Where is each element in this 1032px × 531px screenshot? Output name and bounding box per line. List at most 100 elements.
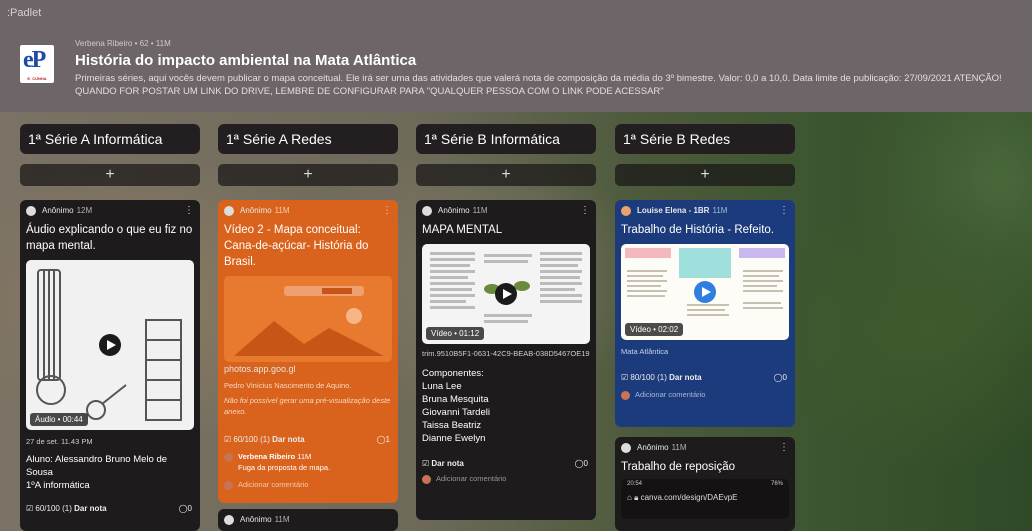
avatar bbox=[224, 515, 234, 525]
add-post-button[interactable]: + bbox=[20, 164, 200, 186]
avatar bbox=[26, 206, 36, 216]
preview-error: Não foi possível gerar uma pré-visualiza… bbox=[224, 396, 391, 416]
member-name: Luna Lee bbox=[422, 381, 462, 392]
grade-icon[interactable]: ☑ bbox=[26, 504, 33, 513]
battery-level: 76% bbox=[770, 481, 783, 487]
post-footer: ☑ 60/100 (1) Dar nota ◯1 bbox=[218, 431, 398, 449]
add-comment[interactable]: Adicionar comentário bbox=[218, 479, 398, 490]
video-thumbnail[interactable]: Vídeo • 02:02 bbox=[621, 244, 789, 340]
video-filename: trim.9510B5F1-0631-42C9-BEAB-038D5467OE1… bbox=[422, 349, 590, 358]
play-button[interactable] bbox=[694, 281, 716, 303]
comment-icon: ◯ bbox=[574, 459, 584, 468]
link-url[interactable]: photos.app.goo.gl bbox=[218, 362, 398, 376]
post-time: 11M bbox=[274, 206, 290, 215]
comment-text: Fuga da proposta de mapa. bbox=[238, 463, 331, 472]
comment-count[interactable]: ◯0 bbox=[179, 500, 192, 518]
add-post-button[interactable]: + bbox=[218, 164, 398, 186]
lock-icon: 🔒︎ bbox=[634, 493, 639, 502]
video-thumbnail[interactable]: Vídeo • 01:12 bbox=[422, 244, 590, 344]
avatar bbox=[224, 206, 234, 216]
board-description: Primeiras séries, aqui vocês devem publi… bbox=[75, 73, 1002, 97]
post-date: 27 de set. 11.43 PM bbox=[26, 437, 93, 446]
more-options-icon[interactable]: ⋮ bbox=[580, 200, 590, 222]
post-title: Trabalho de História - Refeito. bbox=[621, 224, 774, 236]
post-header: Anônimo 11M bbox=[218, 509, 398, 531]
play-button[interactable] bbox=[495, 283, 517, 305]
post-caption: Mata Atlântica bbox=[621, 347, 669, 356]
browser-bar: ⌂ 🔒︎ canva.com/design/DAEvpE bbox=[621, 489, 789, 507]
post-author: Louise Elena - 1BR bbox=[637, 206, 710, 215]
post-card[interactable]: Louise Elena - 1BR 11M ⋮ Trabalho de Hist… bbox=[615, 200, 795, 427]
comment-time: 11M bbox=[297, 452, 312, 461]
media-duration: Áudio • 00:44 bbox=[30, 413, 88, 426]
link-thumbnail[interactable]: 20:54 76% ⌂ 🔒︎ canva.com/design/DAEvpE bbox=[621, 479, 789, 519]
post-time: 12M bbox=[76, 206, 93, 215]
rate-button[interactable]: Dar nota bbox=[272, 435, 304, 444]
more-options-icon[interactable]: ⋮ bbox=[779, 200, 789, 222]
column-title: 1ª Série A Informática bbox=[20, 124, 200, 154]
grade-icon[interactable]: ☑ bbox=[621, 373, 628, 382]
logo-subtext: E. CUNHA bbox=[27, 76, 47, 81]
column-1a-informatica: 1ª Série A Informática + bbox=[20, 124, 200, 186]
avatar bbox=[422, 474, 431, 484]
post-title: Áudio explicando o que eu fiz no mapa me… bbox=[26, 224, 193, 252]
post-time: 11M bbox=[274, 515, 290, 524]
link-url[interactable]: canva.com/design/DAEvpE bbox=[641, 493, 738, 502]
add-comment[interactable]: Adicionar comentário bbox=[416, 473, 596, 484]
add-comment[interactable]: Adicionar comentário bbox=[615, 389, 795, 400]
post-card[interactable]: Anônimo 11M bbox=[218, 509, 398, 531]
post-footer: ☑ 60/100 (1) Dar nota ◯0 bbox=[20, 500, 200, 518]
member-name: Dianne Ewelyn bbox=[422, 433, 486, 444]
phone-status-bar: 20:54 76% bbox=[621, 479, 789, 489]
post-card[interactable]: Anônimo 11M ⋮ MAPA MENTAL Vídeo • 01:12 t… bbox=[416, 200, 596, 520]
column-title: 1ª Série A Redes bbox=[218, 124, 398, 154]
post-time: 11M bbox=[671, 443, 687, 452]
more-options-icon[interactable]: ⋮ bbox=[184, 200, 194, 222]
avatar bbox=[422, 206, 432, 216]
column-title: 1ª Série B Informática bbox=[416, 124, 596, 154]
audio-thumbnail[interactable]: Áudio • 00:44 bbox=[26, 260, 194, 430]
post-body: Aluno: Alessandro Bruno Melo de Sousa bbox=[26, 454, 168, 478]
comment: Verbena Ribeiro 11M bbox=[218, 451, 398, 462]
member-name: Taissa Beatriz bbox=[422, 420, 482, 431]
board-title: História do impacto ambiental na Mata At… bbox=[75, 52, 417, 69]
rating-value: 80/100 (1) bbox=[630, 373, 667, 382]
media-duration: Vídeo • 02:02 bbox=[625, 323, 684, 336]
comment-count[interactable]: ◯0 bbox=[575, 455, 588, 473]
rate-button[interactable]: Dar nota bbox=[74, 504, 106, 513]
column-1b-redes: 1ª Série B Redes + bbox=[615, 124, 795, 186]
column-1a-redes: 1ª Série A Redes + bbox=[218, 124, 398, 186]
rate-button[interactable]: Dar nota bbox=[669, 373, 701, 382]
avatar bbox=[224, 452, 233, 462]
comment-author: Verbena Ribeiro bbox=[238, 452, 296, 461]
media-duration: Vídeo • 01:12 bbox=[426, 327, 485, 340]
post-author: Anônimo bbox=[240, 206, 272, 215]
add-post-button[interactable]: + bbox=[416, 164, 596, 186]
status-time: 20:54 bbox=[627, 481, 643, 487]
more-options-icon[interactable]: ⋮ bbox=[779, 437, 789, 459]
link-thumbnail[interactable] bbox=[224, 276, 392, 362]
post-body-class: 1ºA informática bbox=[26, 480, 90, 491]
avatar bbox=[621, 443, 631, 453]
grade-icon[interactable]: ☑ bbox=[422, 459, 429, 468]
add-post-button[interactable]: + bbox=[615, 164, 795, 186]
board-meta: Verbena Ribeiro • 62 • 11M bbox=[75, 39, 171, 48]
post-title: Vídeo 2 - Mapa conceitual: Cana-de-açúca… bbox=[224, 224, 369, 268]
post-footer: ☑ 80/100 (1) Dar nota ◯0 bbox=[615, 369, 795, 387]
post-card[interactable]: Anônimo 11M ⋮ Vídeo 2 - Mapa conceitual: … bbox=[218, 200, 398, 503]
post-header: Louise Elena - 1BR 11M ⋮ bbox=[615, 200, 795, 222]
comment-count[interactable]: ◯1 bbox=[377, 431, 390, 449]
play-button[interactable] bbox=[99, 334, 121, 356]
post-time: 11M bbox=[712, 206, 728, 215]
rate-button[interactable]: Dar nota bbox=[431, 459, 463, 468]
image-placeholder-icon bbox=[234, 286, 384, 356]
post-card[interactable]: Anônimo 11M ⋮ Trabalho de reposição 20:54… bbox=[615, 437, 795, 531]
grade-icon[interactable]: ☑ bbox=[224, 435, 231, 444]
comment-count[interactable]: ◯0 bbox=[774, 369, 787, 387]
padlet-brand[interactable]: :Padlet bbox=[7, 7, 41, 19]
post-header: Anônimo 11M ⋮ bbox=[416, 200, 596, 222]
avatar bbox=[621, 206, 631, 216]
post-header: Anônimo 12M ⋮ bbox=[20, 200, 200, 222]
post-card[interactable]: Anônimo 12M ⋮ Áudio explicando o que eu f… bbox=[20, 200, 200, 531]
more-options-icon[interactable]: ⋮ bbox=[382, 200, 392, 222]
